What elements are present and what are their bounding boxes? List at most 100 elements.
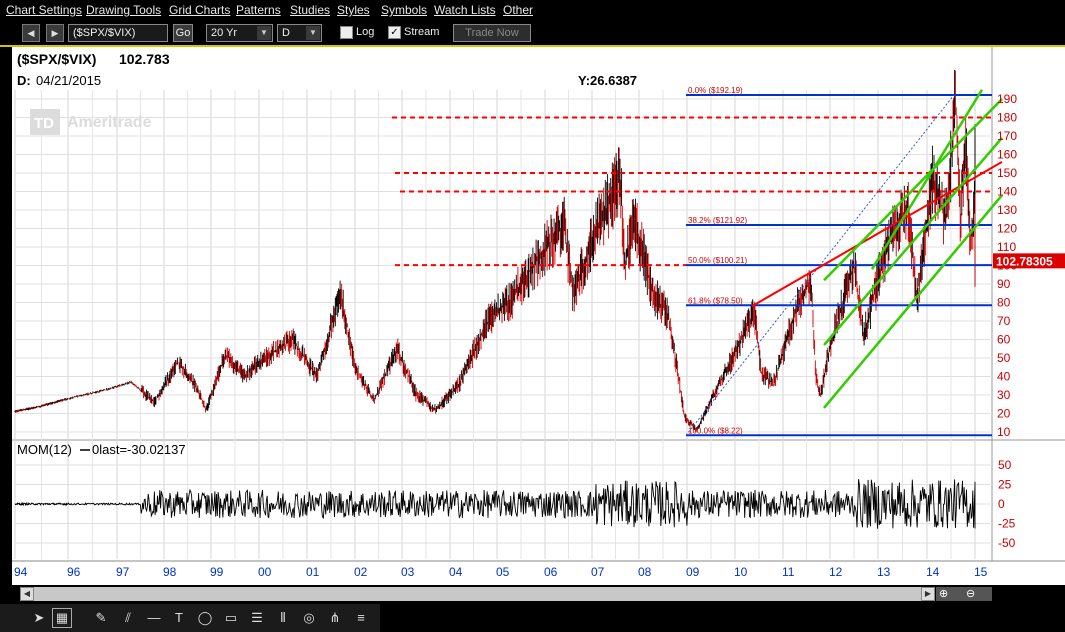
drawing-toolbar: ➤ ▦ ✎ ⫽ — T ◯ ▭ ☰ ⦀ ◎ ⋔ ≡ xyxy=(0,604,380,632)
x-tick-label: 11 xyxy=(782,565,795,579)
menu-grid-charts[interactable]: Grid Charts xyxy=(169,3,230,17)
range-select[interactable]: 20 Yr ▼ xyxy=(206,24,273,42)
x-tick-label: 03 xyxy=(401,565,415,579)
y-tick-label: 150 xyxy=(997,166,1017,180)
y-tick-label: 110 xyxy=(997,240,1016,254)
x-tick-label: 02 xyxy=(354,565,368,579)
forward-button[interactable]: ▶ xyxy=(46,24,64,42)
date-value: 04/21/2015 xyxy=(36,73,101,88)
menu-drawing-tools[interactable]: Drawing Tools xyxy=(86,3,161,17)
x-tick-label: 15 xyxy=(974,565,988,579)
menu-styles[interactable]: Styles xyxy=(337,3,370,17)
fib-label: 0.0% ($192.19) xyxy=(688,86,743,95)
symbol-input[interactable]: ($SPX/$VIX) xyxy=(68,24,168,42)
chart-area[interactable]: TD Ameritrade 0.0% ($192.19) 38.2% ($121.92… xyxy=(12,47,1065,585)
chart-svg[interactable]: TD Ameritrade 0.0% ($192.19) 38.2% ($121.92… xyxy=(12,47,1065,585)
chevron-down-icon: ▼ xyxy=(306,26,320,40)
indicator-info: 0last=-30.02137 xyxy=(92,442,186,457)
menu-chart-settings[interactable]: Chart Settings xyxy=(6,3,82,17)
parallel-lines-icon[interactable]: ⫽ xyxy=(117,607,139,629)
x-tick-label: 07 xyxy=(591,565,605,579)
y-tick-label: 180 xyxy=(997,111,1017,125)
indicator-label: MOM(12) xyxy=(17,442,72,457)
fib-label: 38.2% ($121.92) xyxy=(688,216,747,225)
y-tick-label: 130 xyxy=(997,203,1017,217)
horizontal-scrollbar[interactable]: ◀ ▶ xyxy=(20,587,935,601)
y-tick-label: 50 xyxy=(997,351,1011,365)
gann-fan-icon[interactable]: ◎ xyxy=(298,607,320,629)
y-readout: Y:26.6387 xyxy=(578,73,637,88)
mom-tick-label: -25 xyxy=(998,517,1016,531)
x-tick-label: 04 xyxy=(449,565,463,579)
y-tick-label: 10 xyxy=(997,425,1011,439)
x-tick-label: 14 xyxy=(926,565,940,579)
x-tick-label: 00 xyxy=(258,565,272,579)
regression-channel-icon[interactable]: ≡ xyxy=(350,607,372,629)
last-value-badge-text: 102.78305 xyxy=(996,254,1053,268)
zoom-in-icon[interactable]: ⊕ xyxy=(939,587,948,600)
mom-tick-label: 25 xyxy=(998,478,1012,492)
x-tick-label: 98 xyxy=(163,565,177,579)
y-tick-label: 60 xyxy=(997,333,1011,347)
zoom-out-icon[interactable]: ⊖ xyxy=(966,587,975,600)
rectangle-tool-icon[interactable]: ▭ xyxy=(220,607,242,629)
x-tick-label: 99 xyxy=(210,565,224,579)
fib-timezones-icon[interactable]: ⦀ xyxy=(272,607,294,629)
fib-retracement-icon[interactable]: ☰ xyxy=(246,607,268,629)
chevron-down-icon: ▼ xyxy=(257,26,271,40)
watermark-text: Ameritrade xyxy=(67,114,152,131)
y-tick-label: 190 xyxy=(997,92,1017,106)
x-tick-label: 13 xyxy=(877,565,891,579)
pitchfork-icon[interactable]: ⋔ xyxy=(324,607,346,629)
period-select[interactable]: D ▼ xyxy=(277,24,322,42)
td-ameritrade-logo: TD Ameritrade xyxy=(30,109,152,135)
zoom-controls: ⊕ ⊖ xyxy=(936,587,992,601)
menu-patterns[interactable]: Patterns xyxy=(236,3,281,17)
stream-checkbox[interactable]: ✓ xyxy=(388,26,401,39)
x-tick-label: 05 xyxy=(496,565,510,579)
x-tick-label: 12 xyxy=(829,565,843,579)
pointer-tool-icon[interactable]: ➤ xyxy=(28,607,50,629)
fib-label: 100.0% ($8.22) xyxy=(688,426,743,435)
x-tick-label: 08 xyxy=(638,565,652,579)
menu-symbols[interactable]: Symbols xyxy=(381,3,427,17)
scroll-left-button[interactable]: ◀ xyxy=(20,587,34,601)
x-tick-label: 01 xyxy=(306,565,320,579)
td-logo-letters: TD xyxy=(34,115,54,132)
x-tick-label: 10 xyxy=(734,565,748,579)
chart-last-value: 102.783 xyxy=(119,51,170,67)
scroll-right-button[interactable]: ▶ xyxy=(921,587,935,601)
trade-now-button[interactable]: Trade Now xyxy=(453,24,531,42)
x-tick-label: 94 xyxy=(14,565,28,579)
y-tick-label: 80 xyxy=(997,296,1011,310)
go-button[interactable]: Go xyxy=(173,24,193,42)
x-tick-label: 96 xyxy=(67,565,81,579)
price-series xyxy=(14,69,976,432)
chart-title: ($SPX/$VIX) xyxy=(17,51,96,67)
crosshair-tool-icon[interactable]: ▦ xyxy=(52,608,72,628)
mom-tick-label: 50 xyxy=(998,458,1012,472)
y-tick-label: 30 xyxy=(997,388,1011,402)
mom-tick-label: -50 xyxy=(998,536,1016,550)
momentum-series xyxy=(14,479,976,529)
period-value: D xyxy=(282,27,290,39)
fib-label: 50.0% ($100.21) xyxy=(688,256,747,265)
y-tick-label: 40 xyxy=(997,370,1011,384)
menu-watch-lists[interactable]: Watch Lists xyxy=(434,3,496,17)
horizontal-line-icon[interactable]: — xyxy=(143,607,165,629)
text-tool-icon[interactable]: T xyxy=(168,607,190,629)
log-checkbox[interactable] xyxy=(340,26,353,39)
mom-tick-label: 0 xyxy=(998,497,1005,511)
menu-other[interactable]: Other xyxy=(503,3,533,17)
toolbar: ◀ ▶ ($SPX/$VIX) Go 20 Yr ▼ D ▼ Log ✓ Strea… xyxy=(0,21,1065,47)
pencil-tool-icon[interactable]: ✎ xyxy=(90,607,112,629)
ellipse-tool-icon[interactable]: ◯ xyxy=(194,607,216,629)
x-tick-label: 06 xyxy=(544,565,558,579)
menu-bar: Chart Settings Drawing Tools Grid Charts… xyxy=(0,0,1065,21)
momentum-line xyxy=(14,479,976,529)
x-tick-label: 09 xyxy=(686,565,700,579)
y-tick-label: 120 xyxy=(997,222,1017,236)
back-button[interactable]: ◀ xyxy=(22,24,40,42)
menu-studies[interactable]: Studies xyxy=(290,3,330,17)
y-tick-label: 90 xyxy=(997,277,1011,291)
